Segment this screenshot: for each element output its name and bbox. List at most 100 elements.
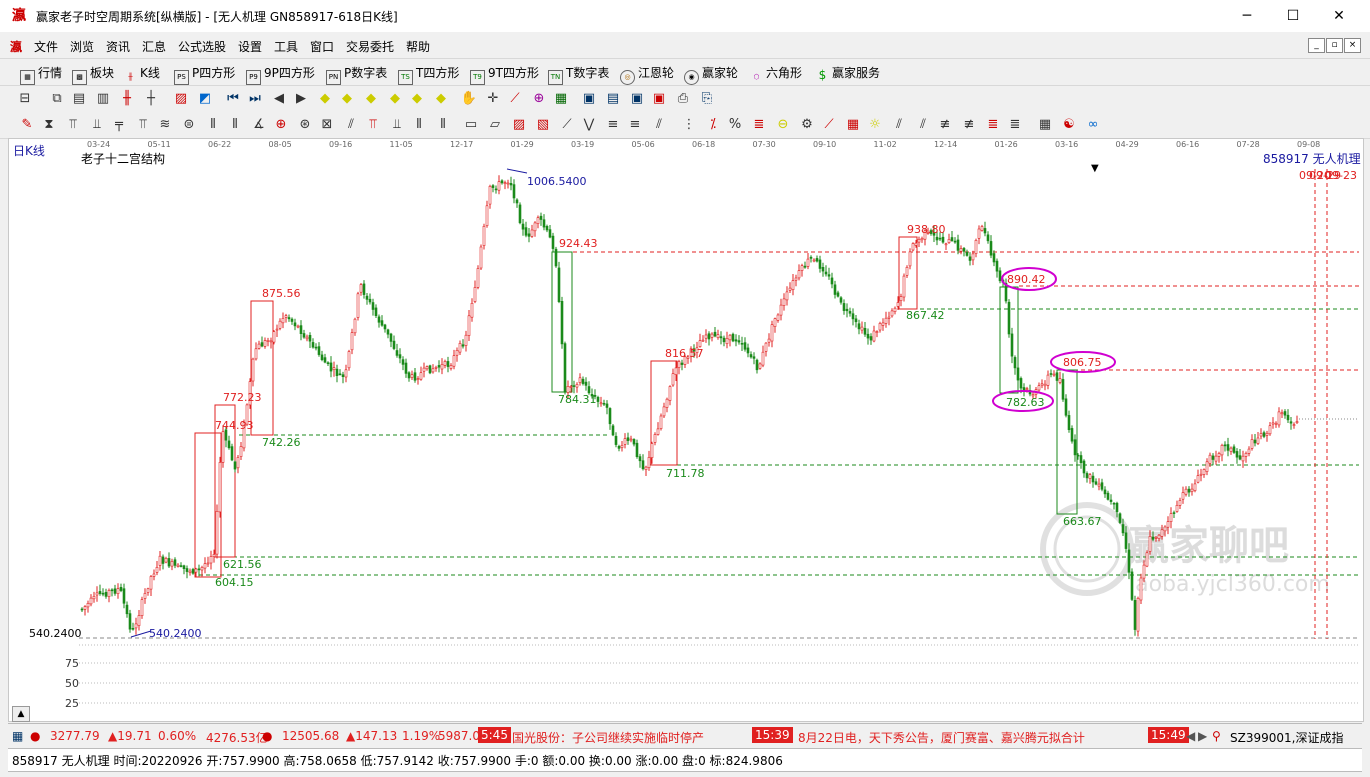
- fork3-icon[interactable]: ╤: [110, 116, 128, 134]
- toolbar-winner-wheel[interactable]: ◉ 赢家轮: [684, 64, 738, 85]
- toolbar-kline[interactable]: ╫ K线: [124, 64, 159, 84]
- mdi-close-button[interactable]: ×: [1344, 38, 1361, 53]
- grid-view-icon[interactable]: ▦: [552, 90, 570, 108]
- fork4-icon[interactable]: ⫪: [134, 116, 152, 134]
- diag3-icon[interactable]: ⫽: [914, 116, 932, 134]
- fan2-icon[interactable]: ⟋: [820, 116, 838, 134]
- toolbar-p-square[interactable]: PS P四方形: [174, 64, 235, 85]
- menu-help[interactable]: 帮助: [406, 38, 430, 55]
- color-icon[interactable]: ◩: [196, 90, 214, 108]
- diamond-shrink-icon[interactable]: ◆: [432, 90, 450, 108]
- period-dropdown-icon[interactable]: ⊟: [16, 90, 34, 108]
- news-prev-icon[interactable]: ◀: [1186, 729, 1195, 743]
- print-icon[interactable]: ⎙: [674, 90, 692, 108]
- lines-icon[interactable]: ≡: [604, 116, 622, 134]
- toolbar-t-table[interactable]: TN T数字表: [548, 64, 609, 85]
- comb4-icon[interactable]: ⦀: [434, 116, 452, 134]
- export-icon[interactable]: ⎘: [698, 90, 716, 108]
- diamond-up-icon[interactable]: ◆: [316, 90, 334, 108]
- mdi-restore-button[interactable]: ▫: [1326, 38, 1343, 53]
- zigzag-icon[interactable]: ⋁: [580, 116, 598, 134]
- ohlc-icon[interactable]: ┼: [142, 90, 160, 108]
- ring-icon[interactable]: ⊜: [180, 116, 198, 134]
- rect2-icon[interactable]: ▱: [486, 116, 504, 134]
- toolbar-t-square[interactable]: TS T四方形: [398, 64, 459, 85]
- toolbar-9t-square[interactable]: T9 9T四方形: [470, 64, 539, 85]
- menu-file[interactable]: 文件: [34, 38, 58, 55]
- diag5-icon[interactable]: ≢: [960, 116, 978, 134]
- news-next-icon[interactable]: ▶: [1198, 729, 1207, 743]
- toolbar-quotes[interactable]: ▦ 行情: [20, 64, 62, 85]
- menu-trade[interactable]: 交易委托: [346, 38, 394, 55]
- maximize-button[interactable]: ☐: [1270, 0, 1316, 32]
- mdi-minimize-button[interactable]: _: [1308, 38, 1325, 53]
- sh-index[interactable]: 3277.79: [50, 729, 100, 743]
- rect3-icon[interactable]: ▨: [510, 116, 528, 134]
- news1-text[interactable]: 国光股份：子公司继续实施临时停产: [512, 729, 704, 746]
- save-red-icon[interactable]: ▣: [650, 90, 668, 108]
- next-icon[interactable]: ▶: [292, 90, 310, 108]
- vbars2-icon[interactable]: ⦀: [226, 116, 244, 134]
- scroll-up-button[interactable]: ▲: [12, 706, 30, 722]
- hand-icon[interactable]: ✋: [460, 90, 478, 108]
- target-icon[interactable]: ⊕: [272, 116, 290, 134]
- minimize-button[interactable]: ─: [1224, 0, 1270, 32]
- parallel-icon[interactable]: ⫽: [342, 116, 360, 134]
- crossbox-icon[interactable]: ⊠: [318, 116, 336, 134]
- panel-icon[interactable]: ▦: [12, 729, 23, 743]
- last-icon[interactable]: ⏭: [246, 90, 264, 108]
- fork1-icon[interactable]: ⫪: [64, 116, 82, 134]
- toolbar-blocks[interactable]: ▩ 板块: [72, 64, 114, 85]
- lines3-icon[interactable]: ≣: [750, 116, 768, 134]
- fan-icon[interactable]: ⟋: [558, 116, 576, 134]
- news2-text[interactable]: 8月22日电，天下秀公告，厦门赛富、嘉兴腾元拟合计: [798, 729, 1085, 746]
- yinyang-icon[interactable]: ☯: [1060, 116, 1078, 134]
- comb3-icon[interactable]: ⦀: [410, 116, 428, 134]
- toolbar-p-table[interactable]: PN P数字表: [326, 64, 387, 85]
- menu-window[interactable]: 窗口: [310, 38, 334, 55]
- kline-chart-panel[interactable]: 03-24 05-11 06-22 08-05 09-16 11-05 12-17 01-29…: [8, 138, 1364, 722]
- sz-index[interactable]: 12505.68: [282, 729, 339, 743]
- angle-icon[interactable]: ∡: [250, 116, 268, 134]
- fork2-icon[interactable]: ⫫: [88, 116, 106, 134]
- kline-chart[interactable]: 03-24 05-11 06-22 08-05 09-16 11-05 12-17 01-29…: [9, 139, 1363, 721]
- menu-browse[interactable]: 浏览: [70, 38, 94, 55]
- target2-icon[interactable]: ⊛: [296, 116, 314, 134]
- table-icon[interactable]: ▤: [604, 90, 622, 108]
- grid2-icon[interactable]: ▦: [844, 116, 862, 134]
- table2-icon[interactable]: ▦: [1036, 116, 1054, 134]
- percent-icon[interactable]: %: [726, 116, 744, 134]
- candle-icon[interactable]: ╫: [118, 90, 136, 108]
- comb-icon[interactable]: ⫪: [364, 116, 382, 134]
- doc-icon[interactable]: ▤: [70, 90, 88, 108]
- toolbar-hexagon[interactable]: ⬡ 六角形: [750, 64, 802, 84]
- stair-icon[interactable]: ⧗: [40, 116, 58, 134]
- menu-settings[interactable]: 设置: [238, 38, 262, 55]
- lines2-icon[interactable]: ≡: [626, 116, 644, 134]
- crosshair-icon[interactable]: ✛: [484, 90, 502, 108]
- diag2-icon[interactable]: ⫽: [890, 116, 908, 134]
- rect-icon[interactable]: ▭: [462, 116, 480, 134]
- wave-icon[interactable]: ≋: [156, 116, 174, 134]
- first-icon[interactable]: ⏮: [224, 90, 242, 108]
- menu-app-icon[interactable]: 瀛: [10, 38, 22, 55]
- rect4-icon[interactable]: ▧: [534, 116, 552, 134]
- menu-info[interactable]: 资讯: [106, 38, 130, 55]
- comb2-icon[interactable]: ⫫: [388, 116, 406, 134]
- prev-icon[interactable]: ◀: [270, 90, 288, 108]
- diamond-expand-icon[interactable]: ◆: [408, 90, 426, 108]
- menu-tools[interactable]: 工具: [274, 38, 298, 55]
- diamond-left-icon[interactable]: ◆: [362, 90, 380, 108]
- diamond-down-icon[interactable]: ◆: [338, 90, 356, 108]
- dropdown-arrow-icon[interactable]: ▼: [1091, 163, 1099, 174]
- index-selector[interactable]: SZ399001,深证成指: [1230, 729, 1343, 746]
- menu-formula-select[interactable]: 公式选股: [178, 38, 226, 55]
- grid-select-icon[interactable]: ▨: [172, 90, 190, 108]
- bars-icon[interactable]: ▥: [94, 90, 112, 108]
- stamp-icon[interactable]: ⊕: [530, 90, 548, 108]
- ratio-icon[interactable]: ⁒: [704, 116, 722, 134]
- diag4-icon[interactable]: ≢: [936, 116, 954, 134]
- toolbar-9p-square[interactable]: P9 9P四方形: [246, 64, 315, 85]
- sun-icon[interactable]: ☼: [866, 116, 884, 134]
- infinity-icon[interactable]: ∞: [1084, 116, 1102, 134]
